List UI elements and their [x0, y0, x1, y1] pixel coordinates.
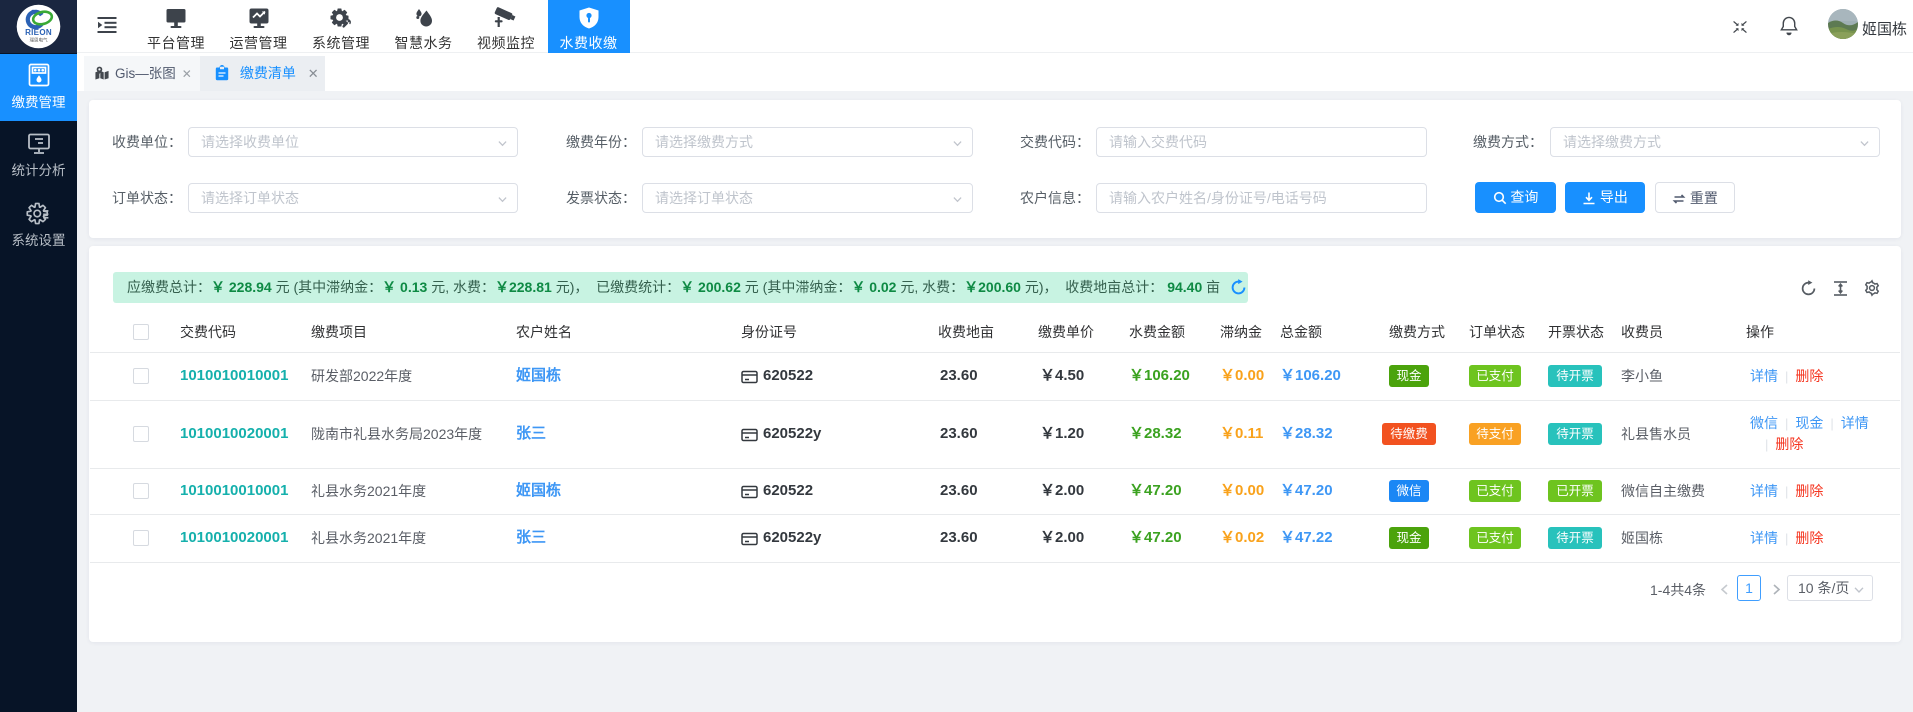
svg-text:瑞恩电气: 瑞恩电气 [30, 37, 48, 43]
svg-text:RIEON: RIEON [25, 28, 52, 37]
